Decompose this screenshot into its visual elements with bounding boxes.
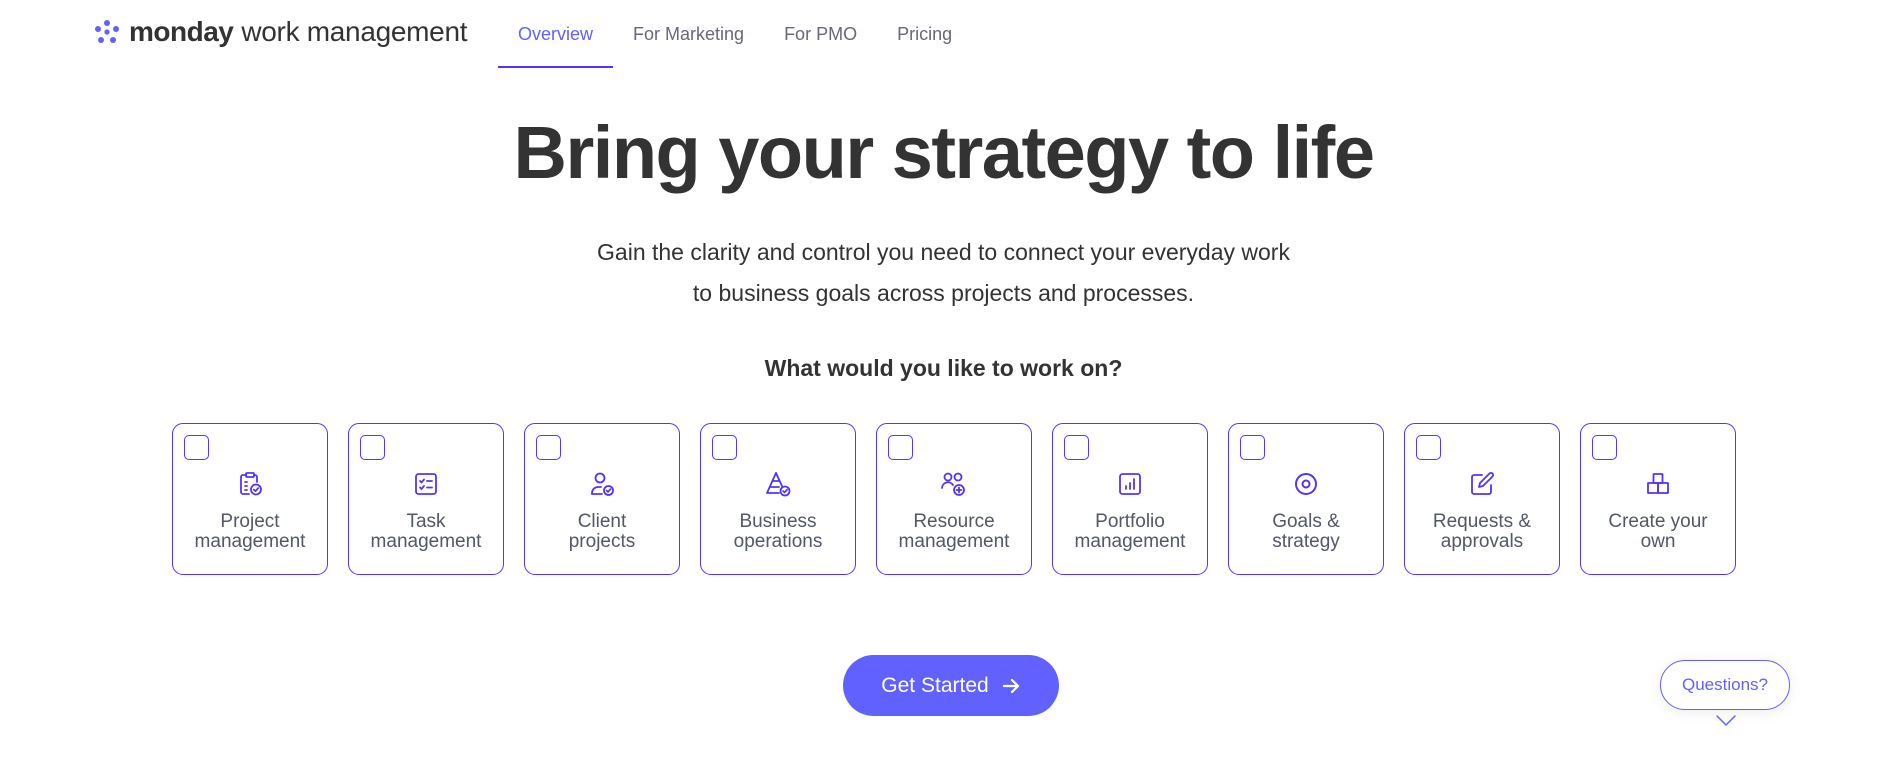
card-checkbox[interactable]: [888, 435, 913, 460]
card-label-line2: management: [370, 531, 482, 552]
site-header: monday work management Overview For Mark…: [0, 0, 1887, 68]
card-checkbox[interactable]: [1592, 435, 1617, 460]
nav-overview[interactable]: Overview: [498, 0, 614, 68]
questions-label: Questions?: [1682, 675, 1768, 694]
logo-brand: monday: [129, 16, 234, 47]
card-label-line2: management: [898, 531, 1010, 552]
card-goals-strategy[interactable]: Goals & strategy: [1228, 423, 1384, 575]
card-label-line1: Resource: [913, 511, 995, 532]
checklist-icon: [412, 470, 440, 498]
card-client-projects[interactable]: Client projects: [524, 423, 680, 575]
card-requests-approvals[interactable]: Requests & approvals: [1404, 423, 1560, 575]
arrow-right-icon: [1002, 678, 1019, 693]
nav-for-marketing[interactable]: For Marketing: [613, 0, 764, 68]
card-label-line2: own: [1640, 531, 1676, 552]
card-checkbox[interactable]: [712, 435, 737, 460]
bar-chart-icon: [1116, 470, 1144, 498]
card-label-line2: management: [1074, 531, 1186, 552]
card-portfolio-management[interactable]: Portfolio management: [1052, 423, 1208, 575]
logo[interactable]: monday work management: [93, 14, 468, 50]
card-label: Requests & approvals: [1409, 512, 1555, 552]
card-label-line2: management: [194, 531, 306, 552]
card-checkbox[interactable]: [1064, 435, 1089, 460]
clipboard-check-icon: [236, 470, 264, 498]
card-checkbox[interactable]: [1416, 435, 1441, 460]
card-label-line2: projects: [568, 531, 636, 552]
selection-question: What would you like to work on?: [764, 355, 1123, 381]
card-label-line1: Business: [739, 511, 817, 532]
card-resource-management[interactable]: Resource management: [876, 423, 1032, 575]
user-check-icon: [588, 470, 616, 498]
card-label: Create your own: [1585, 512, 1731, 552]
card-label-line1: Project: [220, 511, 280, 532]
nav-pricing[interactable]: Pricing: [877, 0, 972, 68]
card-checkbox[interactable]: [360, 435, 385, 460]
get-started-button[interactable]: Get Started: [843, 655, 1059, 716]
users-add-icon: [940, 470, 968, 498]
card-label: Resource management: [881, 512, 1027, 552]
card-project-management[interactable]: Project management: [172, 423, 328, 575]
card-business-operations[interactable]: Business operations: [700, 423, 856, 575]
card-label: Client projects: [529, 512, 675, 552]
card-label: Project management: [177, 512, 323, 552]
card-label: Portfolio management: [1057, 512, 1203, 552]
edit-icon: [1468, 470, 1496, 498]
hero-subtitle: Gain the clarity and control you need to…: [0, 232, 1887, 314]
card-checkbox[interactable]: [184, 435, 209, 460]
card-checkbox[interactable]: [1240, 435, 1265, 460]
nav-for-pmo[interactable]: For PMO: [764, 0, 877, 68]
card-checkbox[interactable]: [536, 435, 561, 460]
card-label-line2: operations: [733, 531, 823, 552]
use-case-cards: Project management Task management Clien…: [172, 423, 1736, 575]
hero-subtitle-line2: to business goals across projects and pr…: [692, 280, 1195, 306]
card-label-line1: Portfolio: [1095, 511, 1165, 532]
questions-bubble[interactable]: Questions?: [1660, 660, 1790, 710]
top-nav: Overview For Marketing For PMO Pricing: [498, 0, 972, 68]
card-label-line1: Create your: [1608, 511, 1708, 532]
hero-title: Bring your strategy to life: [513, 111, 1375, 194]
chevron-down-icon[interactable]: [1715, 714, 1737, 728]
target-icon: [1292, 470, 1320, 498]
card-label-line2: approvals: [1440, 531, 1524, 552]
card-label: Business operations: [705, 512, 851, 552]
hero-subtitle-line1: Gain the clarity and control you need to…: [597, 239, 1290, 265]
pyramid-check-icon: [764, 470, 792, 498]
card-label: Task management: [353, 512, 499, 552]
blocks-icon: [1644, 470, 1672, 498]
card-label-line1: Goals &: [1272, 511, 1340, 532]
card-label-line1: Requests &: [1432, 511, 1532, 532]
card-create-your-own[interactable]: Create your own: [1580, 423, 1736, 575]
card-label: Goals & strategy: [1233, 512, 1379, 552]
card-task-management[interactable]: Task management: [348, 423, 504, 575]
card-label-line1: Client: [577, 511, 627, 532]
monday-logo-icon: [95, 20, 119, 43]
card-label-line2: strategy: [1272, 531, 1340, 552]
logo-product: work management: [241, 16, 468, 47]
card-label-line1: Task: [406, 511, 446, 532]
get-started-label: Get Started: [881, 673, 989, 697]
